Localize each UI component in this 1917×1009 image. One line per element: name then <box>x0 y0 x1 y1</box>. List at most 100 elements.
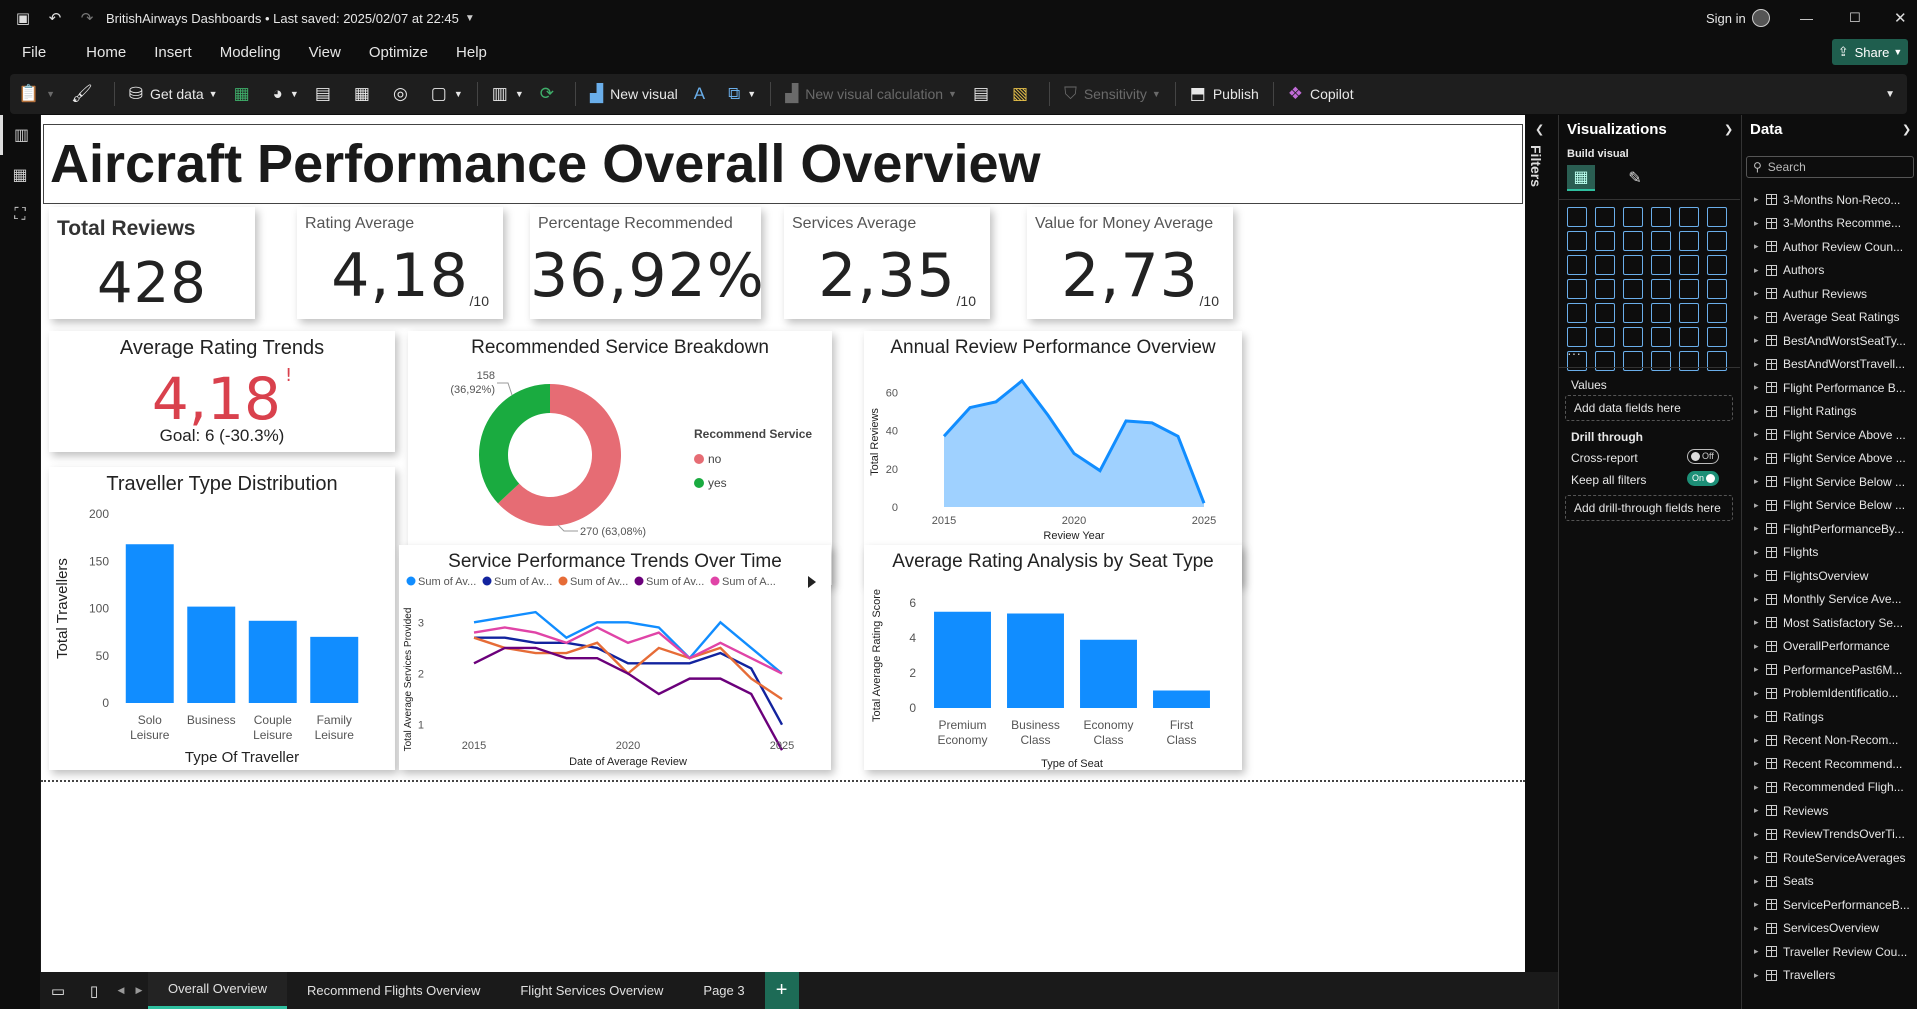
100-area-visual-icon[interactable] <box>1651 231 1671 251</box>
chevron-right-icon[interactable]: ▸ <box>1754 312 1766 323</box>
sql-button[interactable]: ▤ <box>307 74 346 114</box>
100-column-visual-icon[interactable] <box>1707 207 1727 227</box>
data-table-item[interactable]: ▸ Authors <box>1742 259 1917 283</box>
chevron-right-icon[interactable]: ▸ <box>1754 335 1766 346</box>
mobile-layout-icon[interactable]: ▯ <box>76 982 112 1000</box>
data-table-item[interactable]: ▸ Recent Non-Recom... <box>1742 729 1917 753</box>
data-table-item[interactable]: ▸ ServicesOverview <box>1742 917 1917 941</box>
line-column-visual-icon[interactable] <box>1679 231 1699 251</box>
chevron-right-icon[interactable]: ▸ <box>1754 382 1766 393</box>
cross-report-toggle[interactable]: Off <box>1687 449 1719 464</box>
slicer-visual-icon[interactable] <box>1623 303 1643 323</box>
text-box-button[interactable]: A <box>686 74 720 114</box>
filters-label[interactable]: Filters <box>1528 145 1544 187</box>
collapse-ribbon-button[interactable]: ▼ <box>1877 74 1903 114</box>
metrics-visual-icon[interactable] <box>1707 327 1727 347</box>
refresh-button[interactable]: ⟳ <box>532 74 569 114</box>
chevron-right-icon[interactable]: ▸ <box>1754 359 1766 370</box>
data-table-item[interactable]: ▸ ReviewTrendsOverTi... <box>1742 823 1917 847</box>
menu-view[interactable]: View <box>295 36 355 70</box>
waterfall-visual-icon[interactable] <box>1595 255 1615 275</box>
new-visual-button[interactable]: ▟ New visual <box>582 74 686 114</box>
data-table-item[interactable]: ▸ Monthly Service Ave... <box>1742 588 1917 612</box>
model-view-icon[interactable]: ⛶ <box>0 195 40 235</box>
data-table-item[interactable]: ▸ BestAndWorstTravell... <box>1742 353 1917 377</box>
line-stacked-visual-icon[interactable] <box>1707 231 1727 251</box>
chevron-right-icon[interactable]: ▸ <box>1754 688 1766 699</box>
power-apps-visual-icon[interactable] <box>1595 351 1615 371</box>
format-painter-button[interactable]: 🖌 <box>63 74 108 114</box>
dataverse-button[interactable]: ◎ <box>385 74 423 114</box>
chevron-right-icon[interactable]: ▸ <box>1754 899 1766 910</box>
chevron-right-icon[interactable]: ▸ <box>1754 805 1766 816</box>
publish-button[interactable]: ⬒ Publish <box>1182 74 1267 114</box>
copilot-visual-icon[interactable] <box>1679 351 1699 371</box>
chevron-right-icon[interactable]: ▸ <box>1754 570 1766 581</box>
sign-in-link[interactable]: Sign in <box>1706 11 1746 26</box>
report-view-icon[interactable]: ▥ <box>0 115 40 155</box>
copilot-button[interactable]: ❖ Copilot <box>1280 74 1362 114</box>
traveller-type-chart[interactable]: Traveller Type Distribution 0 50 100 150 200… <box>49 467 395 770</box>
chevron-right-icon[interactable]: ▸ <box>1754 476 1766 487</box>
data-table-item[interactable]: ▸ Reviews <box>1742 799 1917 823</box>
data-table-item[interactable]: ▸ Recent Recommend... <box>1742 752 1917 776</box>
data-table-item[interactable]: ▸ ProblemIdentificatio... <box>1742 682 1917 706</box>
funnel-visual-icon[interactable] <box>1623 255 1643 275</box>
chevron-right-icon[interactable]: ▸ <box>1754 406 1766 417</box>
keep-filters-toggle[interactable]: On <box>1687 471 1719 486</box>
redo-icon[interactable]: ↷ <box>76 7 98 29</box>
add-page-button[interactable]: + <box>764 972 799 1009</box>
table-view-icon[interactable]: ▦ <box>0 155 40 195</box>
chevron-right-icon[interactable]: ❯ <box>1724 123 1733 136</box>
page-tab-overall-overview[interactable]: Overall Overview <box>148 972 287 1009</box>
stacked-bar-visual-icon[interactable] <box>1567 207 1587 227</box>
chevron-right-icon[interactable]: ▸ <box>1754 735 1766 746</box>
clustered-bar-visual-icon[interactable] <box>1623 207 1643 227</box>
data-table-item[interactable]: ▸ PerformancePast6M... <box>1742 658 1917 682</box>
treemap-visual-icon[interactable] <box>1567 279 1587 299</box>
page-tab-page-3[interactable]: Page 3 <box>683 972 764 1009</box>
avatar-icon[interactable] <box>1752 9 1770 27</box>
data-table-item[interactable]: ▸ Travellers <box>1742 964 1917 988</box>
data-table-item[interactable]: ▸ Flight Service Above ... <box>1742 447 1917 471</box>
multirow-card-visual-icon[interactable] <box>1567 303 1587 323</box>
data-table-item[interactable]: ▸ Most Satisfactory Se... <box>1742 611 1917 635</box>
menu-insert[interactable]: Insert <box>140 36 206 70</box>
chevron-right-icon[interactable]: ▸ <box>1754 946 1766 957</box>
chevron-right-icon[interactable]: ▸ <box>1754 547 1766 558</box>
chevron-right-icon[interactable]: ▸ <box>1754 429 1766 440</box>
chevron-right-icon[interactable]: ▸ <box>1754 970 1766 981</box>
kpi-card-rating-average[interactable]: Rating Average 4,18 /10 <box>297 207 503 319</box>
data-table-item[interactable]: ▸ ServicePerformanceB... <box>1742 893 1917 917</box>
data-table-item[interactable]: ▸ Recommended Fligh... <box>1742 776 1917 800</box>
chevron-right-icon[interactable]: ▸ <box>1754 664 1766 675</box>
desktop-layout-icon[interactable]: ▭ <box>40 982 76 1000</box>
pie-visual-icon[interactable] <box>1679 255 1699 275</box>
paste-button[interactable]: 📋 ▼ <box>10 74 63 114</box>
chevron-right-icon[interactable]: ▸ <box>1754 500 1766 511</box>
save-icon[interactable]: ▣ <box>12 7 34 29</box>
data-table-item[interactable]: ▸ Authur Reviews <box>1742 282 1917 306</box>
filters-pane-collapsed[interactable]: ❮ Filters <box>1525 115 1558 972</box>
chevron-right-icon[interactable]: ▸ <box>1754 852 1766 863</box>
chevron-right-icon[interactable]: ▸ <box>1754 594 1766 605</box>
report-title[interactable]: Aircraft Performance Overall Overview <box>43 124 1523 204</box>
excel-button[interactable]: ▦ <box>226 74 265 114</box>
chevron-right-icon[interactable]: ▸ <box>1754 523 1766 534</box>
recent-sources-button[interactable]: ▢ ▼ <box>423 74 471 114</box>
chevron-right-icon[interactable]: ▸ <box>1754 711 1766 722</box>
more-visual-icon[interactable] <box>1707 351 1727 371</box>
new-measure-button[interactable]: ▤ <box>965 74 1004 114</box>
chevron-right-icon[interactable]: ▸ <box>1754 923 1766 934</box>
data-table-item[interactable]: ▸ OverallPerformance <box>1742 635 1917 659</box>
table-visual-icon[interactable] <box>1651 303 1671 323</box>
kpi-visual-icon[interactable] <box>1595 303 1615 323</box>
data-table-item[interactable]: ▸ FlightPerformanceBy... <box>1742 517 1917 541</box>
kpi-card-services-average[interactable]: Services Average 2,35 /10 <box>784 207 990 319</box>
qa-visual-icon[interactable] <box>1651 327 1671 347</box>
maximize-icon[interactable]: ☐ <box>1849 10 1861 26</box>
next-page-icon[interactable]: ▶ <box>130 985 148 996</box>
data-table-item[interactable]: ▸ Author Review Coun... <box>1742 235 1917 259</box>
seat-type-chart[interactable]: Average Rating Analysis by Seat Type 024… <box>864 545 1242 770</box>
chevron-right-icon[interactable]: ▸ <box>1754 758 1766 769</box>
